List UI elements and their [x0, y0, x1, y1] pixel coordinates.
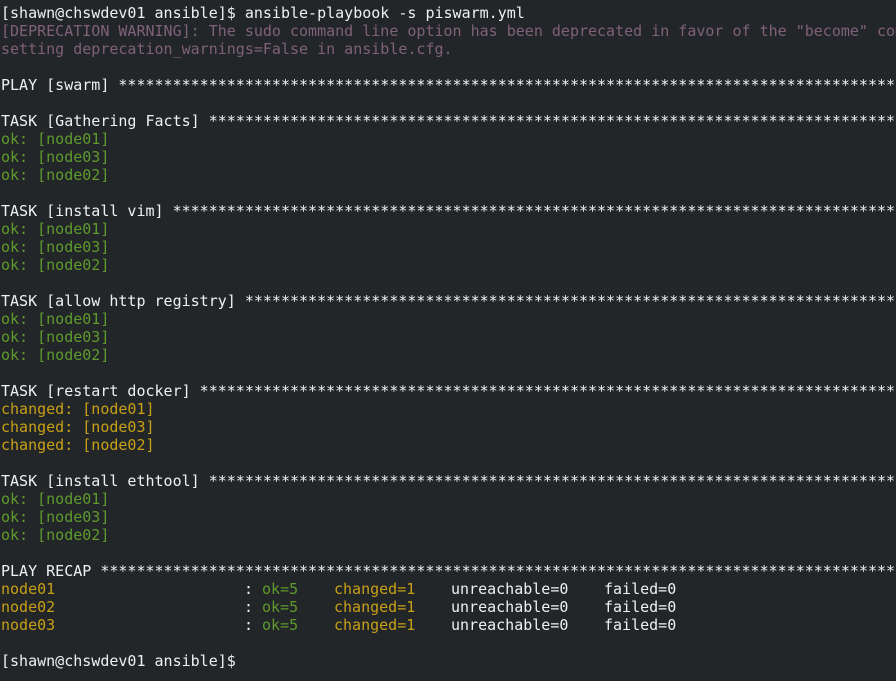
task-result: ok: [node01] [1, 130, 110, 148]
task-header: TASK [install ethtool] *****************… [1, 472, 896, 490]
task-result: ok: [node02] [1, 166, 110, 184]
recap-changed: changed=1 [334, 616, 416, 634]
task-result: ok: [node01] [1, 490, 110, 508]
deprecation-warning-line-2: setting deprecation_warnings=False in an… [1, 40, 453, 58]
task-result: changed: [node02] [1, 436, 155, 454]
deprecation-warning-line-1: [DEPRECATION WARNING]: The sudo command … [1, 22, 896, 40]
task-result: ok: [node02] [1, 346, 110, 364]
task-result: ok: [node03] [1, 148, 110, 166]
recap-colon: : [244, 598, 254, 616]
task-header: TASK [restart docker] ******************… [1, 382, 896, 400]
recap-failed: failed=0 [604, 616, 677, 634]
recap-ok: ok=5 [262, 616, 299, 634]
task-header: TASK [allow http registry] *************… [1, 292, 896, 310]
recap-unreachable: unreachable=0 [451, 580, 569, 598]
recap-colon: : [244, 580, 254, 598]
shell-prompt: [shawn@chswdev01 ansible]$ [1, 652, 236, 670]
recap-ok: ok=5 [262, 598, 299, 616]
recap-row: node03: ok=5 changed=1 unreachable=0 failed=… [0, 616, 896, 634]
terminal-window[interactable]: [shawn@chswdev01 ansible]$ ansible-playb… [0, 0, 896, 681]
recap-unreachable: unreachable=0 [451, 598, 569, 616]
recap-unreachable: unreachable=0 [451, 616, 569, 634]
task-header: TASK [install vim] *********************… [1, 202, 896, 220]
recap-failed: failed=0 [604, 598, 677, 616]
task-header: TASK [Gathering Facts] *****************… [1, 112, 896, 130]
play-header: PLAY [swarm] ***************************… [1, 76, 896, 94]
recap-host: node01 [1, 580, 56, 598]
recap-row: node02: ok=5 changed=1 unreachable=0 failed=… [0, 598, 896, 616]
shell-prompt: [shawn@chswdev01 ansible]$ [1, 4, 236, 22]
command-text: ansible-playbook -s piswarm.yml [235, 4, 525, 22]
recap-host: node03 [1, 616, 56, 634]
task-result: ok: [node03] [1, 328, 110, 346]
task-result: ok: [node01] [1, 220, 110, 238]
task-result: ok: [node02] [1, 256, 110, 274]
task-result: ok: [node03] [1, 238, 110, 256]
recap-failed: failed=0 [604, 580, 677, 598]
task-result: changed: [node03] [1, 418, 155, 436]
recap-ok: ok=5 [262, 580, 299, 598]
recap-row: node01: ok=5 changed=1 unreachable=0 failed=… [0, 580, 896, 598]
task-result: changed: [node01] [1, 400, 155, 418]
recap-changed: changed=1 [334, 598, 416, 616]
task-result: ok: [node02] [1, 526, 110, 544]
recap-changed: changed=1 [334, 580, 416, 598]
text-cursor [236, 653, 245, 669]
recap-host: node02 [1, 598, 56, 616]
task-result: ok: [node03] [1, 508, 110, 526]
command-line: [shawn@chswdev01 ansible]$ ansible-playb… [0, 4, 896, 22]
final-prompt-line[interactable]: [shawn@chswdev01 ansible]$ [0, 652, 896, 670]
task-result: ok: [node01] [1, 310, 110, 328]
recap-header: PLAY RECAP *****************************… [1, 562, 896, 580]
recap-colon: : [244, 616, 254, 634]
